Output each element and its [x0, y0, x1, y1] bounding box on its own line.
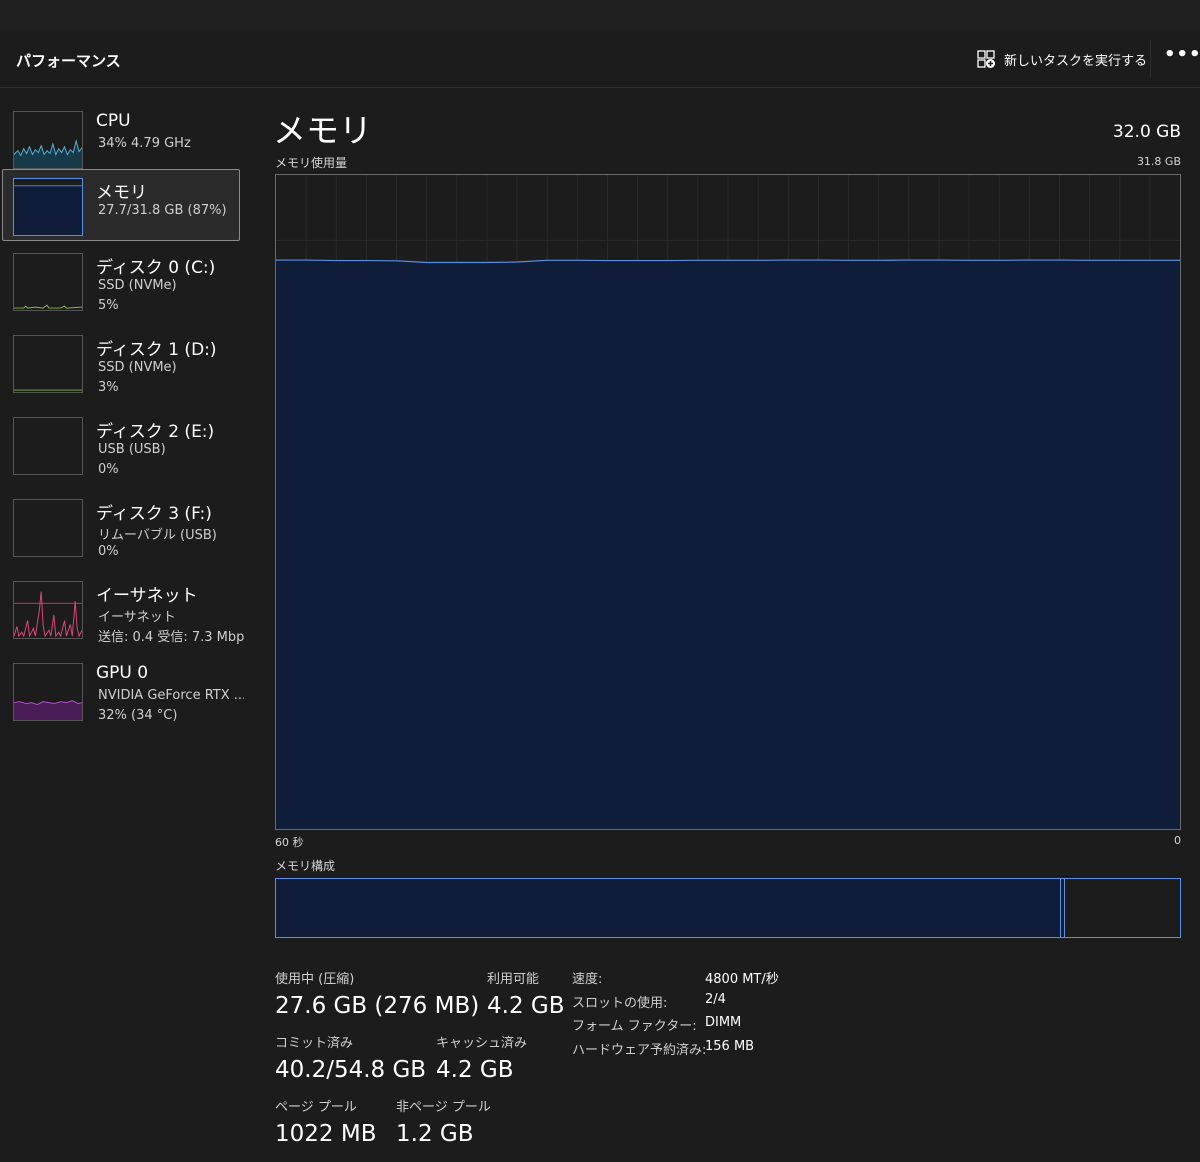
sidebar-item-cpu[interactable]: CPU 34% 4.79 GHz	[2, 102, 240, 174]
device-detail: イーサネット	[98, 610, 176, 625]
disk-graph-thumbnail	[13, 335, 83, 393]
stat-committed: コミット済み 40.2/54.8 GB	[275, 1032, 426, 1083]
spec-label: フォーム ファクター:	[572, 1019, 697, 1034]
stat-value: 1022 MB	[275, 1121, 377, 1147]
disk-graph-thumbnail	[13, 499, 83, 557]
composition-in-use	[276, 879, 1061, 937]
stat-value: 27.6 GB (276 MB)	[275, 993, 480, 1019]
memory-detail-panel: メモリ 32.0 GB メモリ使用量 31.8 GB 60 秒 0 メモリ構成 …	[252, 88, 1200, 1162]
stat-non-paged-pool: 非ページ プール 1.2 GB	[396, 1096, 491, 1147]
ethernet-graph-line	[14, 591, 82, 638]
memory-usage-label: メモリ使用量	[275, 156, 348, 170]
stat-label: 使用中 (圧縮)	[275, 972, 355, 987]
memory-composition-label: メモリ構成	[275, 859, 336, 873]
stat-value: 1.2 GB	[396, 1121, 474, 1147]
stat-paged-pool: ページ プール 1022 MB	[275, 1096, 376, 1147]
device-detail: SSD (NVMe)	[98, 360, 177, 375]
device-detail: SSD (NVMe)	[98, 278, 177, 293]
device-detail: USB (USB)	[98, 442, 166, 457]
memory-graph-fill	[14, 185, 82, 235]
stat-label: ページ プール	[275, 1100, 357, 1115]
graph-axis-start: 60 秒	[275, 836, 304, 849]
spec-value: 2/4	[705, 991, 726, 1007]
cpu-graph-fill	[14, 140, 82, 168]
window-titlebar	[0, 0, 1200, 30]
more-options-button[interactable]: •••	[1164, 46, 1200, 70]
device-detail-2: 0%	[98, 462, 119, 477]
stat-value: 4.2 GB	[436, 1057, 514, 1083]
sidebar-item-gpu-0[interactable]: GPU 0 NVIDIA GeForce RTX ... 32% (34 °C)	[2, 654, 244, 726]
composition-standby	[1063, 879, 1180, 937]
spec-label: 速度:	[572, 972, 603, 987]
cpu-graph-thumbnail	[13, 111, 83, 169]
device-detail-2: 5%	[98, 298, 119, 313]
disk-graph-thumbnail	[13, 253, 83, 311]
sidebar-item-disk-3[interactable]: ディスク 3 (F:) リムーバブル (USB) 0%	[2, 490, 240, 562]
device-detail: リムーバブル (USB)	[98, 528, 217, 543]
device-detail-2: 3%	[98, 380, 119, 395]
header-divider	[1150, 40, 1151, 78]
spec-value: DIMM	[705, 1015, 742, 1030]
device-list: CPU 34% 4.79 GHz メモリ 27.7/31.8 GB (87%) …	[0, 88, 252, 1162]
device-detail: 34% 4.79 GHz	[98, 136, 191, 151]
device-detail: NVIDIA GeForce RTX ...	[98, 688, 244, 703]
device-detail-2: 32% (34 °C)	[98, 708, 178, 723]
page-header: パフォーマンス 新しいタスクを実行する •••	[0, 30, 1200, 88]
stat-available: 利用可能 4.2 GB	[487, 968, 565, 1019]
spec-value: 4800 MT/秒	[705, 972, 779, 987]
memory-graph-thumbnail	[13, 178, 83, 236]
memory-composition-bar	[275, 878, 1181, 938]
device-name: ディスク 3 (F:)	[96, 504, 212, 524]
disk-graph-line	[14, 304, 82, 309]
sidebar-item-disk-0[interactable]: ディスク 0 (C:) SSD (NVMe) 5%	[2, 244, 240, 316]
gpu-graph-thumbnail	[13, 663, 83, 721]
stat-cached: キャッシュ済み 4.2 GB	[436, 1032, 527, 1083]
run-new-task-button[interactable]: 新しいタスクを実行する	[976, 46, 1147, 72]
spec-label: スロットの使用:	[572, 995, 668, 1011]
device-detail-2: 送信: 0.4 受信: 7.3 Mbps	[98, 630, 244, 645]
stat-value: 40.2/54.8 GB	[275, 1057, 427, 1083]
sidebar-item-memory[interactable]: メモリ 27.7/31.8 GB (87%)	[2, 169, 240, 241]
stat-label: コミット済み	[275, 1036, 354, 1051]
memory-max-label: 31.8 GB	[1136, 155, 1181, 168]
device-name: ディスク 0 (C:)	[96, 258, 216, 278]
run-task-icon	[977, 50, 995, 68]
device-name: メモリ	[96, 183, 147, 203]
disk-graph-thumbnail	[13, 417, 83, 475]
device-name: ディスク 1 (D:)	[96, 340, 217, 360]
device-name: ディスク 2 (E:)	[96, 422, 215, 442]
device-name: CPU	[96, 111, 131, 131]
run-task-label: 新しいタスクを実行する	[1004, 53, 1148, 69]
stat-label: キャッシュ済み	[436, 1036, 528, 1051]
sidebar-item-disk-2[interactable]: ディスク 2 (E:) USB (USB) 0%	[2, 408, 240, 480]
section-heading: メモリ	[273, 111, 372, 150]
page-title: パフォーマンス	[16, 52, 121, 70]
sidebar-item-ethernet[interactable]: イーサネット イーサネット 送信: 0.4 受信: 7.3 Mbps	[2, 572, 244, 645]
memory-usage-graph	[275, 174, 1181, 830]
spec-value: 156 MB	[705, 1038, 755, 1054]
stat-value: 4.2 GB	[487, 993, 565, 1019]
memory-usage-fill	[276, 260, 1180, 829]
stat-label: 非ページ プール	[396, 1100, 491, 1115]
device-name: イーサネット	[96, 586, 198, 606]
stat-in-use: 使用中 (圧縮) 27.6 GB (276 MB)	[275, 968, 479, 1019]
graph-axis-end: 0	[1174, 834, 1181, 847]
ethernet-graph-thumbnail	[13, 581, 83, 639]
spec-label: ハードウェア予約済み:	[572, 1042, 707, 1058]
device-detail-2: 0%	[98, 544, 119, 559]
device-name: GPU 0	[96, 663, 149, 683]
device-detail: 27.7/31.8 GB (87%)	[98, 203, 227, 218]
total-memory: 32.0 GB	[1112, 122, 1181, 142]
stat-label: 利用可能	[487, 972, 540, 987]
sidebar-item-disk-1[interactable]: ディスク 1 (D:) SSD (NVMe) 3%	[2, 326, 240, 398]
